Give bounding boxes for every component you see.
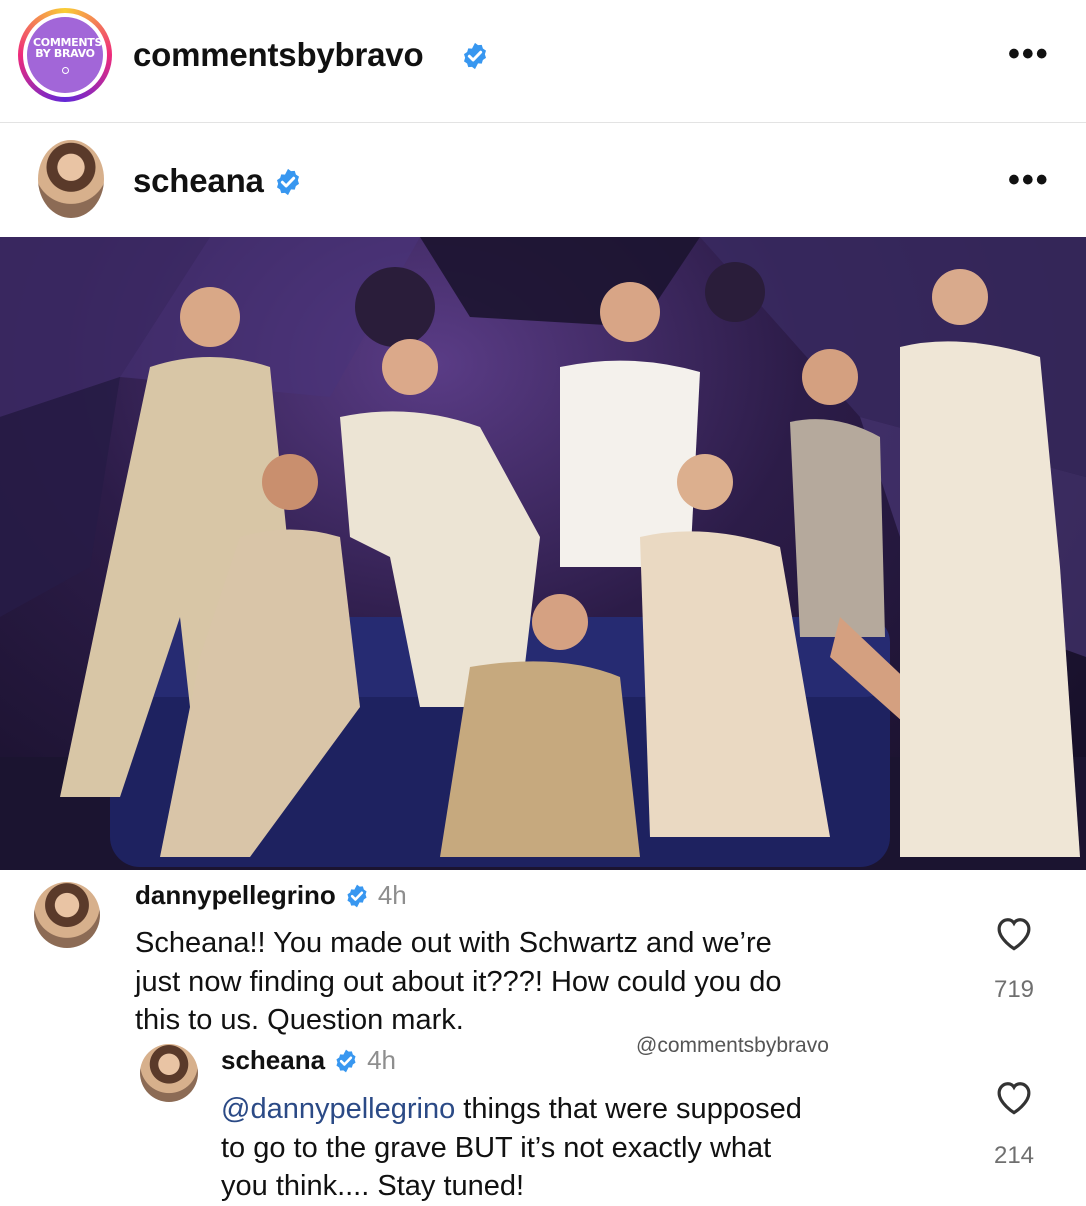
verified-badge-icon [336, 1049, 356, 1072]
like-heart-icon[interactable] [993, 1076, 1035, 1116]
comment-2-text: @dannypellegrino things that were suppos… [221, 1090, 981, 1206]
comment-2-like-count: 214 [993, 1142, 1035, 1169]
scheana-reply-avatar[interactable] [140, 1044, 198, 1102]
comment-1-header: dannypellegrino 4h [135, 880, 407, 911]
verified-badge-icon [347, 884, 367, 907]
account-avatar[interactable]: COMMENTS BY BRAVO [18, 8, 112, 102]
verified-badge-icon [464, 42, 486, 70]
comment-1-line: this to us. Question mark. [135, 1004, 464, 1036]
comment-1-line: just now finding out about it???! How co… [135, 965, 782, 998]
post-photo[interactable] [0, 237, 1086, 870]
comment-2-time: 4h [367, 1045, 396, 1075]
watermark: @commentsbybravo [636, 1034, 829, 1057]
comment-2-line: to go to the grave BUT it’s not exactly … [221, 1131, 772, 1164]
comment-1-username[interactable]: dannypellegrino [135, 880, 336, 911]
comment-2-line-text: things that were supposed [455, 1093, 802, 1125]
comment-1-like-count: 719 [993, 976, 1035, 1003]
comment-1-time: 4h [377, 880, 407, 910]
mention-link[interactable]: @dannypellegrino [221, 1093, 455, 1125]
comment-2-header: scheana 4h [221, 1045, 396, 1076]
dannypellegrino-avatar[interactable] [34, 882, 100, 948]
more-options-icon[interactable]: ••• [1008, 37, 1050, 71]
comment-1-text: Scheana!! You made out with Schwartz and… [135, 924, 975, 1040]
comments-by-bravo-logo: COMMENTS BY BRAVO [27, 17, 103, 93]
like-heart-icon[interactable] [993, 912, 1035, 952]
post-author-username[interactable]: scheana [133, 162, 264, 200]
comment-2-line: @dannypellegrino things that were suppos… [221, 1090, 981, 1129]
scheana-avatar[interactable] [38, 140, 104, 218]
verified-badge-icon [277, 168, 299, 196]
post-more-options-icon[interactable]: ••• [1008, 163, 1050, 197]
cast-photo-illustration [0, 237, 1086, 870]
comment-1-line: Scheana!! You made out with Schwartz and… [135, 927, 772, 959]
comment-2-username[interactable]: scheana [221, 1045, 325, 1076]
account-username[interactable]: commentsbybravo [133, 36, 424, 74]
logo-text: COMMENTS BY BRAVO [33, 35, 103, 60]
divider [0, 122, 1086, 123]
